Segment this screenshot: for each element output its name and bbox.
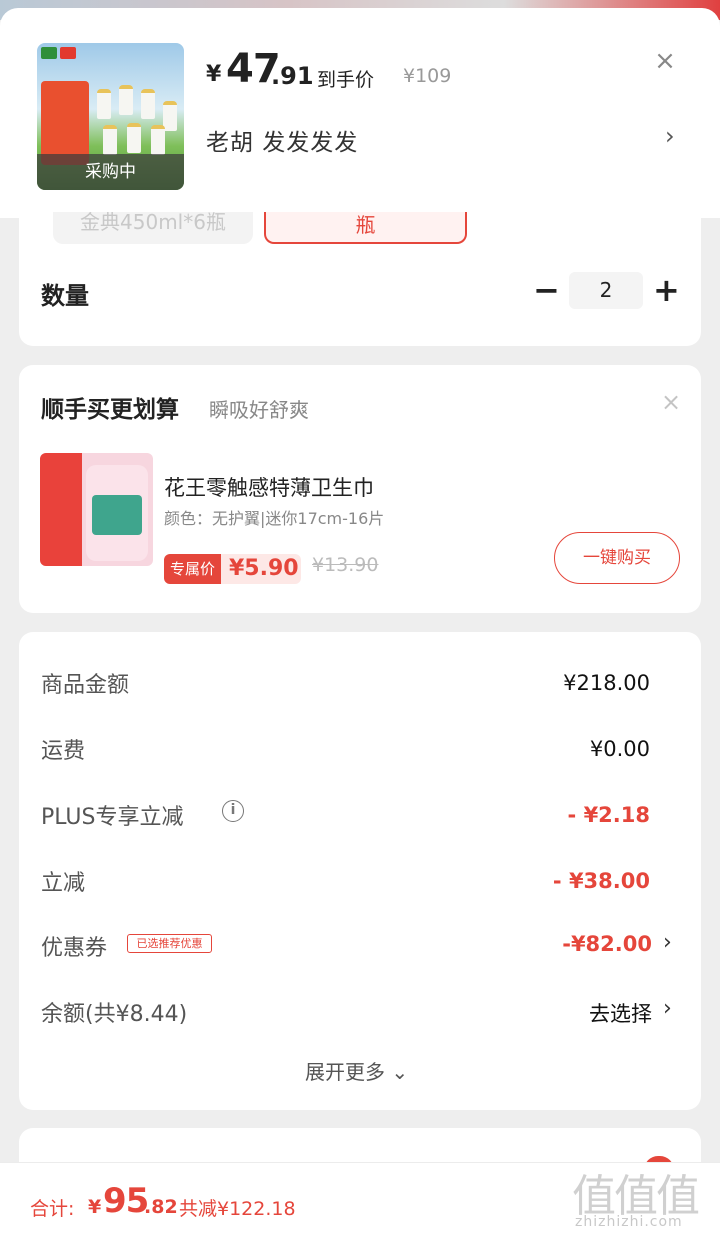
brand-logo <box>41 47 57 59</box>
milk-bottle-image <box>119 85 133 115</box>
close-icon[interactable]: × <box>652 48 678 74</box>
addon-subtitle: 瞬吸好舒爽 <box>209 398 309 422</box>
watermark-text: zhizhizhi.com <box>575 1214 683 1230</box>
summary-value-plus-discount: - ¥2.18 <box>567 803 650 827</box>
price-label: 到手价 <box>317 69 375 91</box>
coupon-recommended-badge: 已选推荐优惠 <box>127 934 212 953</box>
spec-option[interactable]: 金典450ml*6瓶 <box>53 212 253 244</box>
milk-bottle-image <box>103 125 117 155</box>
total-label: 合计: <box>30 1198 75 1220</box>
selected-spec[interactable]: 老胡 发发发发 <box>206 123 358 157</box>
exclusive-price-tag: 专属价 <box>164 554 221 584</box>
addon-product-image[interactable] <box>40 453 153 566</box>
quantity-increase-button[interactable]: + <box>653 272 680 308</box>
summary-value-balance[interactable]: 去选择 <box>589 998 652 1028</box>
summary-label-instant-discount: 立减 <box>41 871 86 896</box>
brand-logo-secondary <box>60 47 76 59</box>
quantity-decrease-button[interactable]: − <box>533 272 560 308</box>
milk-bottle-image <box>151 125 165 155</box>
milk-bottle-image <box>163 101 177 131</box>
addon-product-name[interactable]: 花王零触感特薄卫生巾 <box>164 472 374 502</box>
spec-option-label: 金典450ml*6瓶 <box>80 212 226 234</box>
chevron-right-icon[interactable]: › <box>665 122 675 150</box>
total-integer: 95 <box>103 1181 149 1221</box>
summary-label-shipping: 运费 <box>41 739 86 764</box>
total-currency: ¥ <box>88 1196 102 1218</box>
product-thumbnail[interactable]: 采购中 <box>37 43 184 190</box>
addon-original-price: ¥13.90 <box>312 554 379 576</box>
close-icon[interactable]: × <box>661 388 681 416</box>
info-icon[interactable]: i <box>222 800 244 822</box>
promo-banner-image <box>41 81 89 165</box>
chevron-right-icon[interactable]: › <box>663 930 672 955</box>
one-click-buy-button[interactable]: 一键购买 <box>554 532 680 584</box>
total-saved: 共减¥122.18 <box>179 1198 296 1220</box>
summary-value-coupon[interactable]: -¥82.00 <box>562 932 652 956</box>
milk-bottle-image <box>127 123 141 153</box>
chevron-right-icon[interactable]: › <box>663 996 672 1021</box>
original-price: ¥109 <box>403 65 452 87</box>
summary-value-shipping: ¥0.00 <box>589 737 650 761</box>
summary-label-coupon[interactable]: 优惠券 <box>41 930 107 962</box>
quantity-label: 数量 <box>41 282 89 310</box>
spec-option-selected[interactable]: 瓶 <box>264 212 467 244</box>
addon-price: ¥5.90 <box>229 556 299 581</box>
milk-bottle-image <box>97 89 111 119</box>
price-decimal: .91 <box>271 62 314 90</box>
expand-more-button[interactable]: 展开更多 ⌄ <box>305 1056 408 1085</box>
addon-variant: 颜色：无护翼|迷你17cm-16片 <box>164 509 385 528</box>
summary-value-instant-discount: - ¥38.00 <box>552 869 650 893</box>
summary-label-goods-amount: 商品金额 <box>41 673 130 698</box>
summary-label-balance[interactable]: 余额(共¥8.44) <box>41 996 187 1028</box>
addon-promo-strip <box>40 453 82 566</box>
purchasing-status: 采购中 <box>37 154 184 190</box>
addon-package-label <box>92 495 142 535</box>
price-currency: ¥ <box>206 62 222 87</box>
summary-label-plus-discount: PLUS专享立减 <box>41 805 184 830</box>
spec-option-label: 瓶 <box>355 213 376 237</box>
quantity-input[interactable]: 2 <box>569 272 643 309</box>
summary-value-goods-amount: ¥218.00 <box>563 671 650 695</box>
milk-bottle-image <box>141 89 155 119</box>
total-decimal: .82 <box>144 1196 178 1218</box>
addon-title: 顺手买更划算 <box>41 397 179 423</box>
